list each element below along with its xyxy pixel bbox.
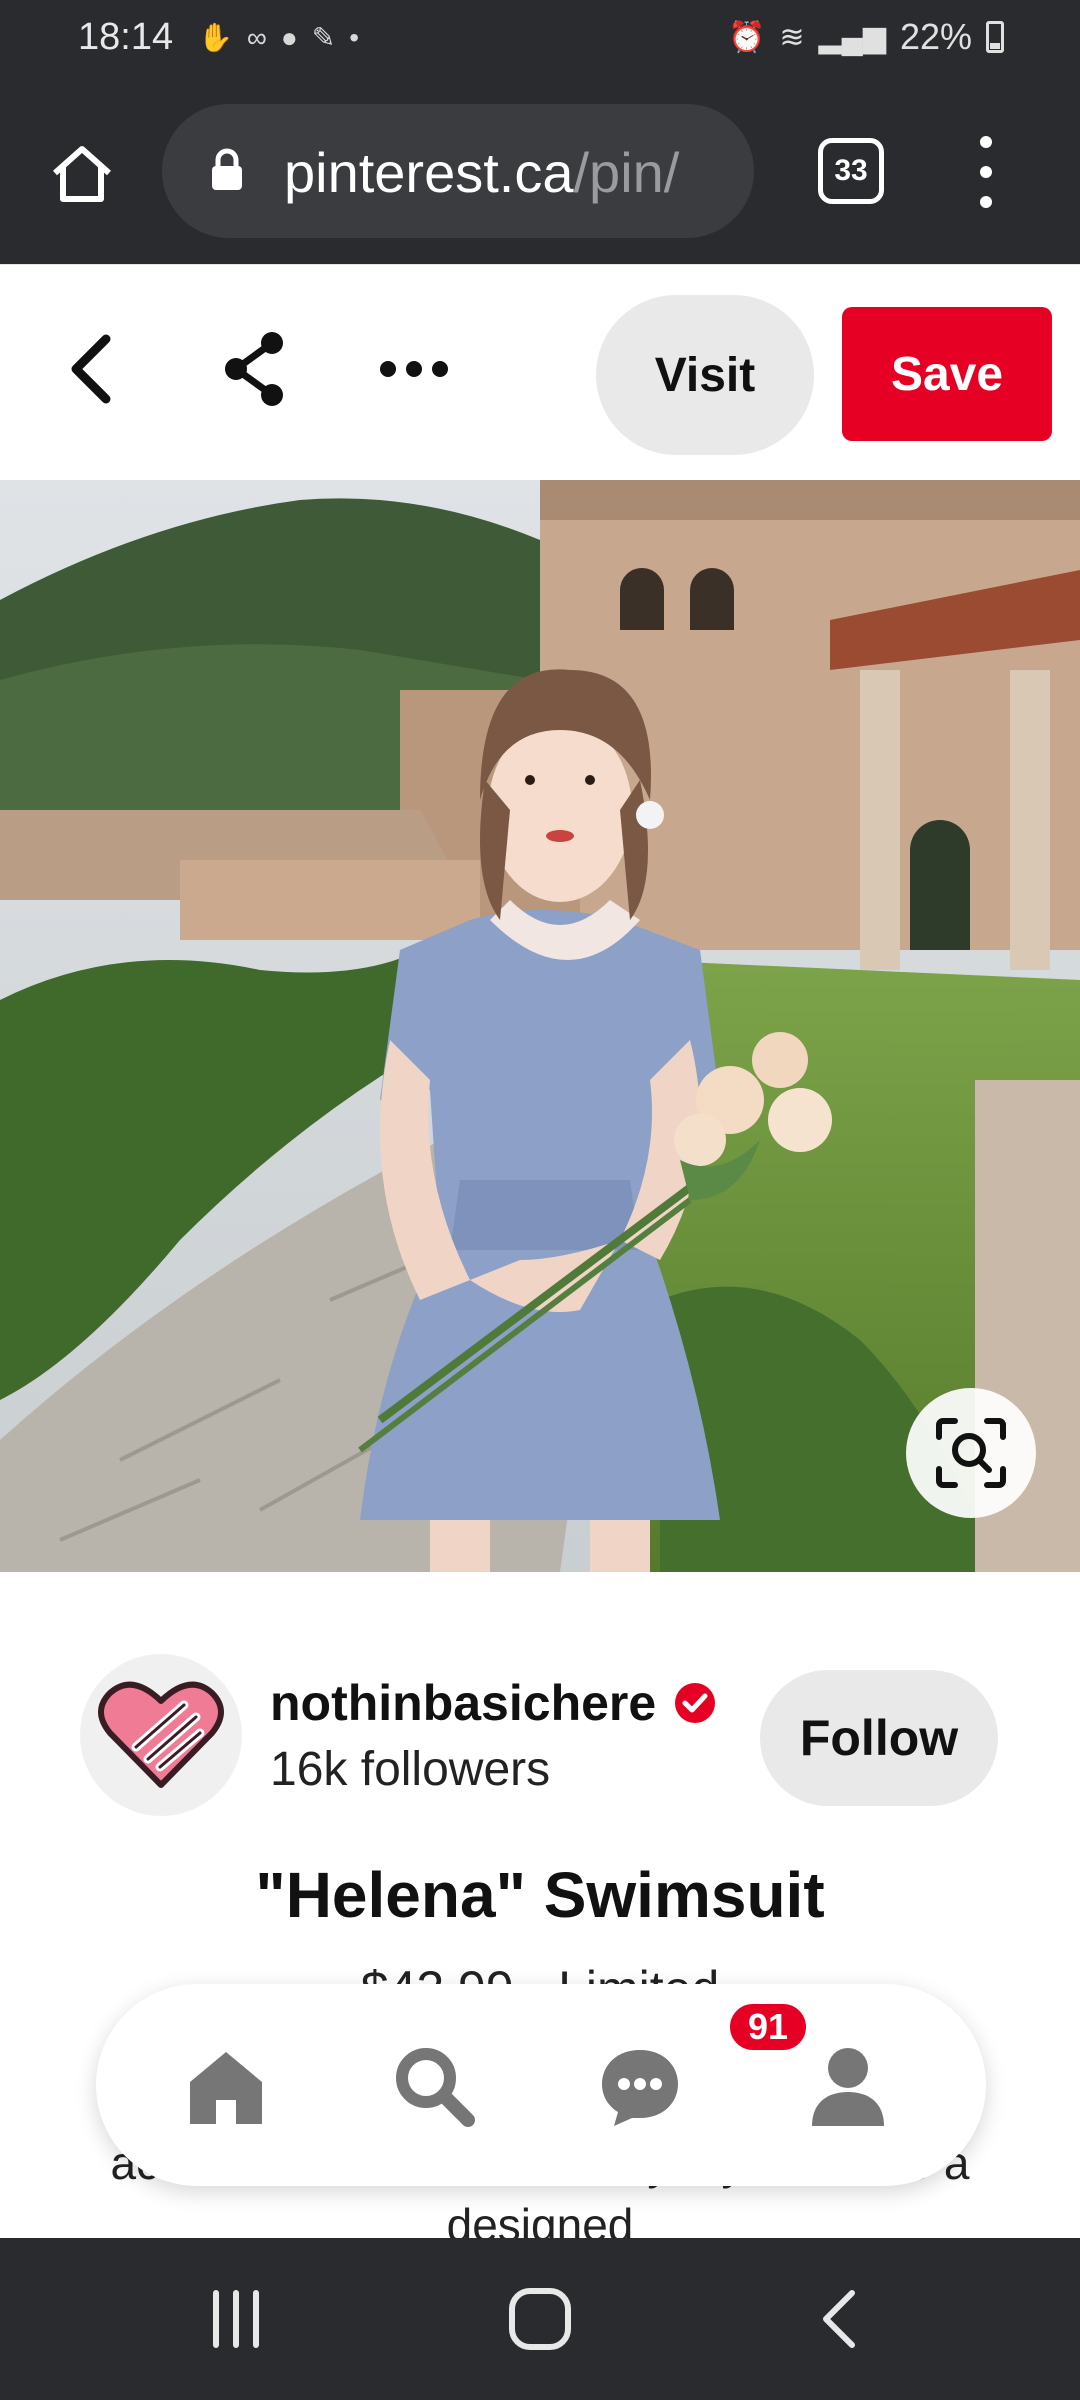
nav-messages-button[interactable] — [590, 2036, 690, 2136]
more-dot — [432, 361, 448, 377]
heart-logo-icon — [98, 1681, 224, 1788]
signal-icon: ▂▄▆ — [818, 20, 886, 54]
lens-search-icon — [936, 1418, 1006, 1488]
pin-image[interactable] — [0, 480, 1080, 1572]
home-icon — [190, 2052, 262, 2124]
nav-profile-button[interactable] — [798, 2036, 898, 2136]
creator-name[interactable]: nothinbasichere — [270, 1674, 656, 1732]
browser-home-button[interactable] — [42, 134, 122, 214]
system-home-button[interactable] — [500, 2284, 580, 2354]
floating-bottom-nav: 91 — [96, 1984, 986, 2186]
voicemail-icon: ∞ — [246, 22, 267, 53]
status-bar: 18:14 ✋ ∞ ● ✎ • ⏰ ≋ ▂▄▆ 22% — [0, 0, 1080, 78]
creator-row: nothinbasichere 16k followers Follow — [0, 1630, 1080, 1850]
url-path: /pin/ — [573, 141, 680, 204]
tab-switcher-button[interactable]: 33 — [818, 138, 884, 204]
follower-count: 16k followers — [270, 1743, 551, 1796]
notification-icons: ✋ ∞ ● ✎ • — [198, 20, 359, 56]
share-button[interactable] — [220, 329, 290, 409]
lock-icon — [212, 148, 242, 190]
system-back-icon — [823, 2290, 855, 2348]
creator-avatar[interactable] — [80, 1654, 242, 1816]
wifi-icon: ≋ — [779, 20, 805, 54]
status-time: 18:14 — [78, 16, 174, 58]
url-text: pinterest.ca/pin/ — [284, 140, 679, 205]
more-options-button[interactable] — [380, 361, 448, 377]
alarm-icon: ⏰ — [728, 20, 766, 54]
recents-icon — [213, 2290, 259, 2348]
menu-dot — [980, 136, 992, 148]
follow-button[interactable]: Follow — [760, 1670, 998, 1806]
nav-search-button[interactable] — [384, 2036, 484, 2136]
more-notifications-icon: • — [349, 22, 360, 53]
verified-badge-icon — [675, 1683, 715, 1723]
browser-menu-button[interactable] — [966, 136, 1006, 208]
system-back-button[interactable] — [802, 2284, 882, 2354]
share-icon — [225, 332, 283, 406]
search-icon — [396, 2048, 475, 2127]
save-button[interactable]: Save — [842, 307, 1052, 441]
messages-icon — [602, 2050, 678, 2126]
visual-search-button[interactable] — [906, 1388, 1036, 1518]
chevron-left-icon — [71, 334, 111, 404]
address-bar[interactable]: pinterest.ca/pin/ — [162, 104, 754, 238]
menu-dot — [980, 166, 992, 178]
pin-action-bar: Visit Save — [0, 264, 1080, 464]
url-host: pinterest.ca — [284, 141, 574, 204]
nav-home-button[interactable] — [176, 2036, 276, 2136]
recent-apps-button[interactable] — [196, 2284, 276, 2354]
status-right: ⏰ ≋ ▂▄▆ 22% — [728, 16, 1004, 58]
visit-button[interactable]: Visit — [596, 295, 814, 455]
more-dot — [406, 361, 422, 377]
menu-dot — [980, 196, 992, 208]
battery-icon — [986, 21, 1004, 53]
profile-icon — [812, 2048, 884, 2126]
pin-photo — [0, 480, 1080, 1572]
battery-percent: 22% — [899, 16, 972, 57]
system-nav-bar — [0, 2238, 1080, 2400]
more-dot — [380, 361, 396, 377]
app-notification-icon-2: ✎ — [311, 22, 336, 53]
system-home-icon — [509, 2288, 571, 2350]
home-icon — [53, 146, 111, 202]
pin-title: "Helena" Swimsuit — [255, 1859, 825, 1931]
browser-toolbar: pinterest.ca/pin/ 33 — [0, 78, 1080, 264]
app-notification-icon: ✋ — [198, 22, 233, 53]
account-icon: ● — [280, 22, 298, 53]
back-button[interactable] — [60, 329, 130, 409]
